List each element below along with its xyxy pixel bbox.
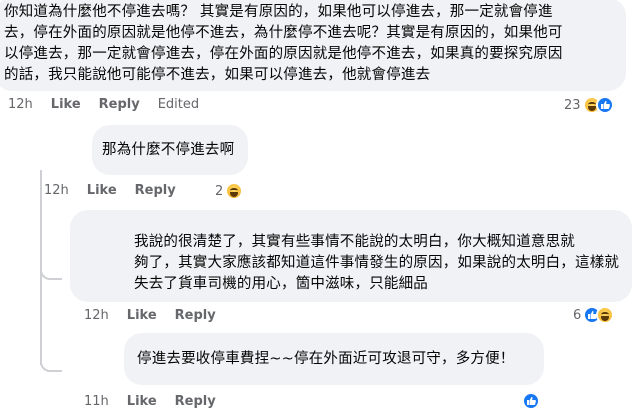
haha-reaction-icon (225, 182, 244, 200)
reply-button[interactable]: Reply (135, 183, 176, 198)
comment-timestamp[interactable]: 11h (84, 394, 109, 409)
haha-reaction-icon (596, 306, 615, 324)
comment-text-line: 以停進去，那一定就會停進去，停在外面的原因就是他停不進去，如果真的要探究原因 (4, 46, 563, 62)
like-button[interactable]: Like (127, 394, 157, 409)
thread-connector (40, 210, 62, 280)
comment-text-line: 夠了，其實大家應該都知道這件事情發生的原因，如果說的太明白，這樣就 (134, 255, 620, 271)
comment-text-line: 你知道為什麼他不停進去嗎？ 其實是有原因的，如果他可以停進去，那一定就會停進 (4, 4, 553, 20)
reply-button[interactable]: Reply (99, 97, 140, 112)
reaction-count: 23 (564, 97, 581, 113)
like-button[interactable]: Like (51, 97, 81, 112)
reaction-count: 6 (573, 307, 582, 323)
reply-button[interactable]: Reply (175, 308, 216, 323)
like-button[interactable]: Like (127, 308, 157, 323)
like-reaction-icon (595, 96, 614, 114)
reaction-summary[interactable]: 2 (215, 182, 244, 200)
comment-text-line: 停進去要收停車費捏~~停在外面近可攻退可守，多方便！ (137, 350, 515, 367)
comment-bubble: 你知道為什麼他不停進去嗎？ 其實是有原因的，如果他可以停進去，那一定就會停進 去… (0, 0, 626, 91)
comment-actions: 11h Like Reply (84, 394, 234, 409)
like-button[interactable]: Like (87, 183, 117, 198)
like-reaction-icon (522, 392, 540, 410)
comment-actions: 12h Like Reply Edited (8, 97, 199, 112)
comment-text-line: 失去了貨車司機的用心，箇中滋味，只能細品 (134, 276, 428, 292)
reaction-summary[interactable]: 23 (564, 96, 614, 114)
comment-timestamp[interactable]: 12h (8, 97, 33, 112)
reaction-count: 2 (215, 183, 224, 199)
comment-actions: 12h Like Reply (84, 308, 234, 323)
comment-timestamp[interactable]: 12h (84, 308, 109, 323)
comment-text-line: 去，停在外面的原因就是他停不進去，為什麼停不進去呢？其實是有原因的，如果他可 (4, 25, 563, 41)
reply-bubble: 我說的很清楚了，其實有些事情不能說的太明白，你大概知道意思就 夠了，其實大家應該… (70, 210, 632, 302)
reaction-summary[interactable]: 6 (573, 306, 615, 324)
comment-text-line: 我說的很清楚了，其實有些事情不能說的太明白，你大概知道意思就 (134, 234, 575, 250)
reaction-summary[interactable] (522, 392, 540, 410)
edited-label[interactable]: Edited (158, 97, 199, 112)
reply-bubble: 停進去要收停車費捏~~停在外面近可攻退可守，多方便！ (124, 333, 544, 385)
reply-button[interactable]: Reply (175, 394, 216, 409)
reply-bubble: 那為什麼不停進去啊 (92, 125, 248, 175)
thread-connector (40, 320, 62, 372)
comment-text-line: 那為什麼不停進去啊 (102, 141, 235, 158)
comment-timestamp[interactable]: 12h (44, 183, 69, 198)
comment-text-line: 的話，我只能說他可能停不進去，如果可以停進去，他就會停進去 (4, 67, 431, 83)
comment-actions: 12h Like Reply (44, 183, 194, 198)
